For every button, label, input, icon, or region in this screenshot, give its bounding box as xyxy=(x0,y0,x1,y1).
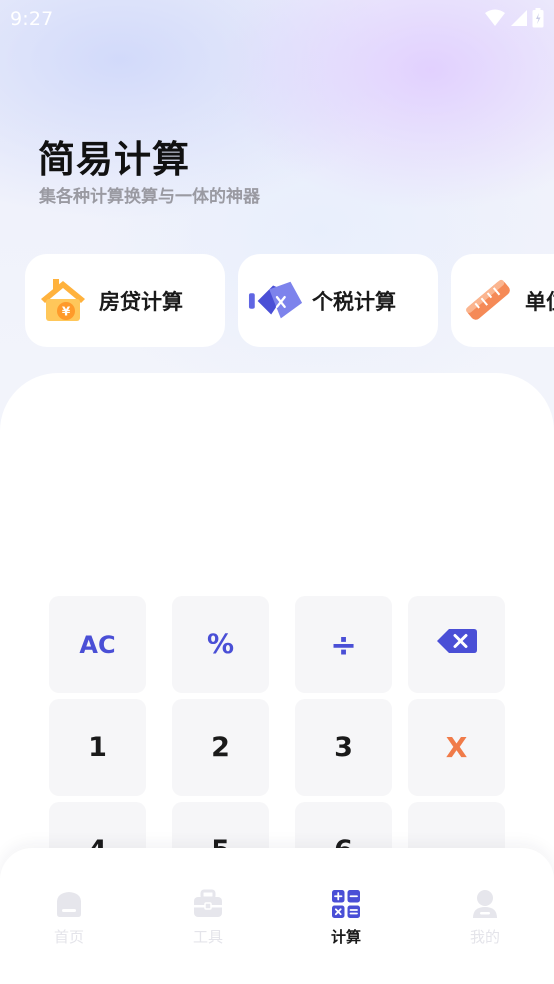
status-time: 9:27 xyxy=(10,8,54,30)
house-loan-icon: ¥ xyxy=(35,273,91,329)
key-multiply[interactable]: X xyxy=(408,699,505,796)
key-clear[interactable]: AC xyxy=(49,596,146,693)
key-1[interactable]: 1 xyxy=(49,699,146,796)
battery-icon xyxy=(532,8,544,32)
toolbox-icon xyxy=(192,888,224,920)
profile-icon xyxy=(469,888,501,920)
bottom-nav: 首页 工具 计算 我的 xyxy=(0,848,554,984)
nav-item-profile[interactable]: 我的 xyxy=(445,888,525,947)
key-divide[interactable]: ÷ xyxy=(295,596,392,693)
nav-label-tools: 工具 xyxy=(192,928,223,946)
svg-text:¥: ¥ xyxy=(62,304,71,318)
tool-card-tax[interactable]: 个税计算 xyxy=(238,254,438,347)
tool-cards: ¥ 房贷计算 个税计算 单 xyxy=(25,254,554,347)
nav-label-home: 首页 xyxy=(53,928,84,946)
tax-ticket-icon xyxy=(248,273,304,329)
wifi-icon xyxy=(484,9,506,31)
page-subtitle: 集各种计算换算与一体的神器 xyxy=(39,187,260,207)
nav-label-profile: 我的 xyxy=(469,928,500,946)
status-bar: 9:27 xyxy=(0,0,554,36)
key-3[interactable]: 3 xyxy=(295,699,392,796)
key-2[interactable]: 2 xyxy=(172,699,269,796)
tool-card-unit[interactable]: 单位换算 xyxy=(451,254,554,347)
status-icons xyxy=(484,8,544,32)
tool-label-mortgage: 房贷计算 xyxy=(99,289,183,314)
backspace-icon xyxy=(436,628,478,661)
nav-item-calculate[interactable]: 计算 xyxy=(306,888,386,947)
key-percent[interactable]: % xyxy=(172,596,269,693)
key-backspace[interactable] xyxy=(408,596,505,693)
nav-item-tools[interactable]: 工具 xyxy=(168,888,248,947)
home-icon xyxy=(53,888,85,920)
calculator-icon xyxy=(330,888,362,920)
nav-item-home[interactable]: 首页 xyxy=(29,888,109,947)
app-root: 9:27 简易计算 集各种计算换算与一体的神器 ¥ 房贷计算 个税计算 单 AC… xyxy=(0,0,554,984)
ruler-icon xyxy=(461,273,517,329)
tool-label-unit: 单位换算 xyxy=(525,289,554,314)
page-title: 简易计算 xyxy=(38,138,190,181)
nav-label-calculate: 计算 xyxy=(330,928,361,946)
signal-icon xyxy=(510,9,528,31)
tool-label-tax: 个税计算 xyxy=(312,289,396,314)
tool-card-mortgage[interactable]: ¥ 房贷计算 xyxy=(25,254,225,347)
